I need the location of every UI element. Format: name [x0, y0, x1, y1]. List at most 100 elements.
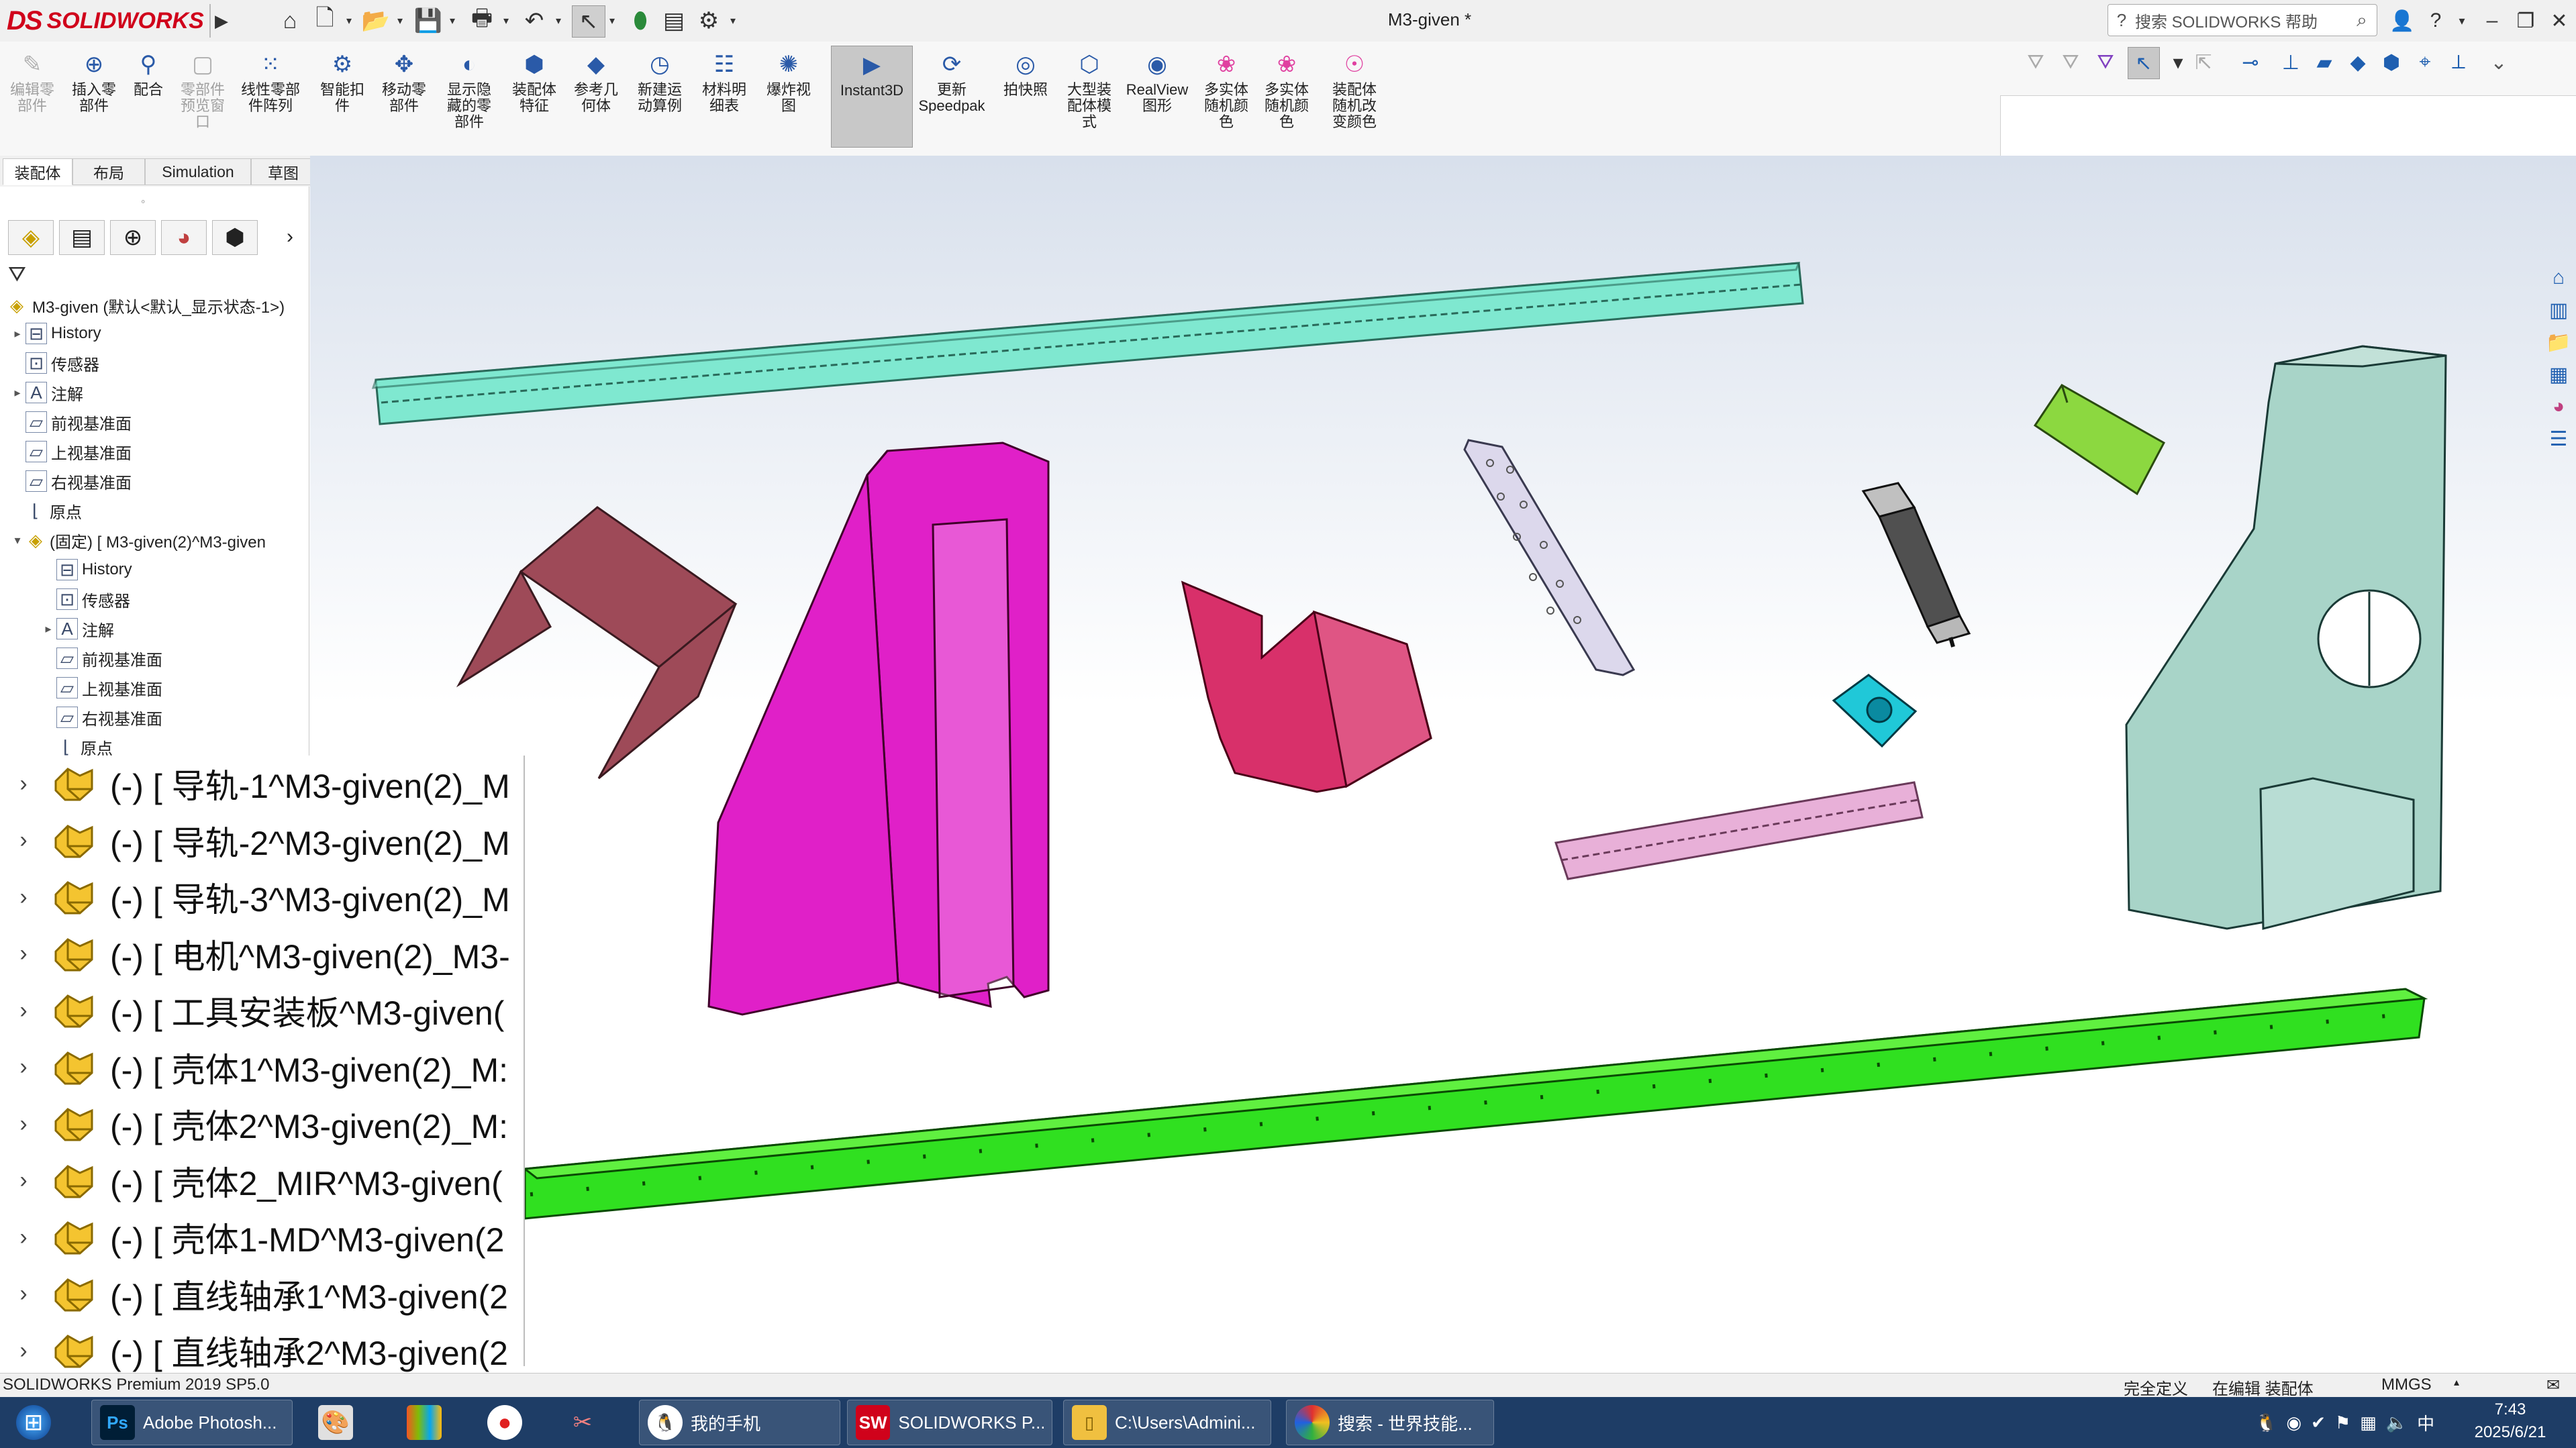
help-search-input[interactable]: 搜索 SOLIDWORKS 帮助 — [2135, 9, 2347, 32]
command-button-8[interactable]: ⬢ 装配体 特征 — [507, 46, 561, 146]
tree-expand-icon[interactable]: ▸ — [9, 327, 26, 341]
home-icon[interactable]: ⌂ — [274, 5, 306, 36]
tree-item[interactable]: ▱ 上视基准面 — [9, 437, 132, 466]
toolbar-more-icon[interactable]: ⌄ — [2483, 47, 2514, 78]
tree-expand-icon[interactable]: › — [0, 941, 47, 967]
configuration-manager-tab-icon[interactable]: ⊕ — [110, 220, 156, 255]
taskbar-item[interactable]: Ps Adobe Photosh... — [91, 1400, 293, 1445]
status-notification-icon[interactable]: ✉ — [2546, 1376, 2560, 1395]
taskpane-file-explorer-icon[interactable]: 📁 — [2544, 327, 2573, 357]
tree-expand-icon[interactable]: › — [0, 1225, 47, 1251]
pinned-app-1[interactable]: 🎨 — [309, 1400, 362, 1445]
command-button-5[interactable]: ⚙ 智能扣 件 — [315, 46, 369, 146]
save-dropdown-icon[interactable]: ▾ — [446, 5, 459, 36]
tray-volume-icon[interactable]: 🔈 — [2386, 1412, 2408, 1433]
print-dropdown-icon[interactable]: ▾ — [499, 5, 513, 36]
reference-point-icon[interactable]: ⊸ — [2235, 47, 2266, 78]
taskpane-home-icon[interactable]: ⌂ — [2544, 263, 2573, 293]
start-button[interactable]: ⊞ — [7, 1400, 60, 1445]
panel-splitter-dot[interactable]: ◦ — [141, 195, 145, 209]
select-dropdown-icon[interactable]: ▾ — [605, 5, 619, 36]
command-button-18[interactable]: ❀ 多实体 随机颜 色 — [1199, 46, 1254, 146]
tree-expand-icon[interactable]: › — [0, 1111, 47, 1137]
command-button-15[interactable]: ◎ 拍快照 — [1000, 46, 1051, 146]
filter-icon[interactable]: ⛛ — [2020, 47, 2051, 78]
filter-edges-icon[interactable]: ⛛ — [2090, 47, 2121, 78]
command-button-1[interactable]: ⊕ 插入零 部件 — [67, 46, 121, 146]
tree-filter-icon[interactable]: ⛛ — [8, 262, 35, 289]
tree-item[interactable]: ▱ 右视基准面 — [40, 703, 162, 731]
center-of-mass-icon[interactable]: ⌖ — [2410, 47, 2440, 78]
tray-qq-icon[interactable]: 🐧 — [2255, 1412, 2277, 1433]
menu-expand-arrow-icon[interactable]: ▶ — [209, 4, 232, 38]
taskpane-appearances-icon[interactable]: ◕ — [2544, 392, 2573, 421]
open-dropdown-icon[interactable]: ▾ — [393, 5, 407, 36]
triad-icon[interactable]: ⟂ — [2443, 47, 2474, 78]
new-dropdown-icon[interactable]: ▾ — [342, 5, 356, 36]
solidworks-logo[interactable]: DS SOLIDWORKS — [7, 4, 208, 38]
taskbar-item[interactable]: 搜索 - 世界技能... — [1286, 1400, 1494, 1445]
taskpane-view-palette-icon[interactable]: ▦ — [2544, 360, 2573, 389]
zoomed-tree-item[interactable]: › (-) [ 壳体1^M3-given(2)_M: — [0, 1039, 521, 1096]
tree-item[interactable]: ▱ 前视基准面 — [9, 408, 132, 436]
tab-0[interactable]: 装配体 — [3, 158, 72, 185]
command-button-4[interactable]: ⁙ 线性零部 件阵列 — [234, 46, 307, 146]
taskbar-clock[interactable]: 7:43 2025/6/21 — [2470, 1398, 2550, 1447]
taskbar-item[interactable]: 🐧 我的手机 — [639, 1400, 840, 1445]
command-button-10[interactable]: ◷ 新建运 动算例 — [631, 46, 689, 146]
file-properties-icon[interactable]: ▤ — [658, 5, 690, 36]
print-icon[interactable]: 🖶 — [466, 5, 498, 36]
help-search-box[interactable]: ? 搜索 SOLIDWORKS 帮助 ⌕ — [2108, 4, 2377, 36]
zoomed-tree-item[interactable]: › (-) [ 工具安装板^M3-given( — [0, 982, 521, 1039]
reference-axis-icon[interactable]: ⊥ — [2275, 47, 2306, 78]
tree-item[interactable]: ▸ A 注解 — [9, 378, 83, 407]
tree-expand-icon[interactable]: ▾ — [9, 533, 26, 548]
taskpane-resources-icon[interactable]: ▥ — [2544, 295, 2573, 325]
taskbar-item[interactable]: SW SOLIDWORKS P... — [847, 1400, 1052, 1445]
tree-expand-icon[interactable]: › — [0, 827, 47, 854]
property-manager-tab-icon[interactable]: ▤ — [59, 220, 105, 255]
tray-ime-icon[interactable]: 中 — [2417, 1410, 2434, 1435]
user-account-icon[interactable]: 👤 — [2387, 5, 2418, 36]
tab-2[interactable]: Simulation — [145, 158, 251, 185]
tree-expand-icon[interactable]: ▸ — [40, 622, 56, 636]
zoomed-tree-item[interactable]: › (-) [ 壳体1-MD^M3-given(2 — [0, 1209, 521, 1265]
tree-expand-icon[interactable]: › — [0, 1054, 47, 1080]
display-manager-tab-icon[interactable]: ◕ — [161, 220, 207, 255]
taskpane-custom-properties-icon[interactable]: ☰ — [2544, 424, 2573, 454]
panel-tabs-next-icon[interactable]: › — [277, 220, 303, 254]
feature-manager-tab-icon[interactable]: ◈ — [8, 220, 54, 255]
command-button-11[interactable]: ☷ 材料明 细表 — [695, 46, 753, 146]
tree-expand-icon[interactable]: › — [0, 884, 47, 911]
command-button-14[interactable]: ⟳ 更新 Speedpak — [915, 46, 988, 146]
undo-icon[interactable]: ↶ — [518, 5, 550, 36]
tree-expand-icon[interactable]: › — [0, 771, 47, 797]
pinned-app-2[interactable] — [397, 1400, 451, 1445]
open-icon[interactable]: 📂 — [360, 5, 392, 36]
zoomed-tree-item[interactable]: › (-) [ 导轨-3^M3-given(2)_M — [0, 869, 521, 925]
tree-item[interactable]: ⊡ 传感器 — [9, 349, 99, 377]
tree-expand-icon[interactable]: › — [0, 1338, 47, 1364]
command-button-17[interactable]: ◉ RealView 图形 — [1125, 46, 1189, 146]
command-button-12[interactable]: ✺ 爆炸视 图 — [758, 46, 819, 146]
command-button-19[interactable]: ❀ 多实体 随机颜 色 — [1259, 46, 1314, 146]
tree-item[interactable]: ▱ 上视基准面 — [40, 674, 162, 702]
filter-faces-icon[interactable]: ⛛ — [2055, 47, 2086, 78]
select-pointer-icon[interactable]: ↖ — [572, 5, 605, 38]
tray-security-icon[interactable]: ✔ — [2311, 1412, 2326, 1433]
zoomed-tree-item[interactable]: › (-) [ 直线轴承1^M3-given(2 — [0, 1266, 521, 1323]
command-button-9[interactable]: ◆ 参考几 何体 — [565, 46, 627, 146]
new-document-icon[interactable]: 🗋 — [309, 5, 341, 36]
units-dropdown-icon[interactable]: ▴ — [2454, 1376, 2459, 1389]
help-dropdown-icon[interactable]: ▾ — [2454, 5, 2470, 36]
command-button-13[interactable]: ▶ Instant3D — [831, 46, 913, 148]
command-button-16[interactable]: ⬡ 大型装 配体模 式 — [1060, 46, 1118, 146]
tree-item[interactable]: ⌊ 原点 — [9, 497, 82, 525]
command-button-2[interactable]: ⚲ 配合 — [125, 46, 172, 146]
zoomed-tree-item[interactable]: › (-) [ 导轨-1^M3-given(2)_M — [0, 756, 521, 812]
cam-tab-icon[interactable]: ⬢ — [212, 220, 258, 255]
tree-item[interactable]: ▸ A 注解 — [40, 615, 114, 643]
command-button-0[interactable]: ✎ 编辑零 部件 — [4, 46, 60, 146]
zoomed-tree-item[interactable]: › (-) [ 导轨-2^M3-given(2)_M — [0, 813, 521, 869]
traffic-light-icon[interactable]: ⬮ — [624, 5, 656, 36]
